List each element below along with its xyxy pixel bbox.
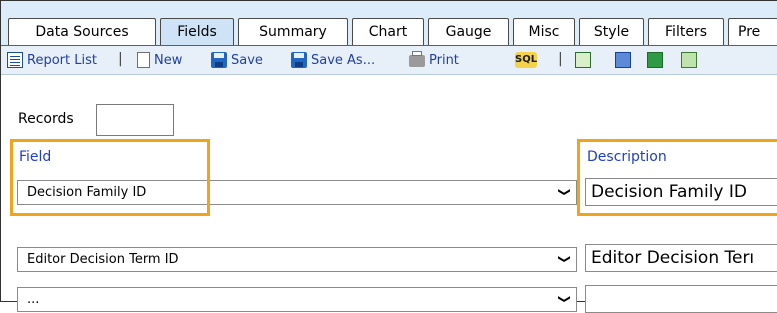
description-input[interactable]: Editor Decision Terı: [585, 244, 777, 272]
field-highlight: [10, 139, 210, 216]
toolbar-separator: |: [118, 51, 123, 67]
report-list-button[interactable]: Report List: [7, 50, 97, 70]
records-label: Records: [18, 111, 74, 127]
tab-style[interactable]: Style: [579, 18, 644, 45]
excel-button[interactable]: [647, 50, 663, 70]
tab-misc[interactable]: Misc: [513, 18, 575, 45]
new-label: New: [154, 52, 183, 68]
report-list-icon: [7, 52, 23, 68]
save-as-icon: [291, 52, 307, 68]
excel-export-icon: [681, 52, 697, 68]
chevron-down-icon: ❯: [557, 294, 572, 304]
field-select-value: Editor Decision Term ID: [27, 252, 179, 267]
description-highlight: [577, 139, 777, 216]
records-input[interactable]: [96, 104, 174, 136]
tab-gauge[interactable]: Gauge: [428, 18, 509, 45]
tab-chart[interactable]: Chart: [352, 18, 424, 45]
new-button[interactable]: New: [137, 50, 182, 70]
tab-bar: Data Sources Fields Summary Chart Gauge …: [1, 1, 777, 47]
edit-button[interactable]: [615, 50, 631, 70]
field-select[interactable]: ... ❯: [17, 287, 577, 312]
tab-data-sources[interactable]: Data Sources: [8, 18, 156, 45]
toolbar-separator: |: [558, 51, 563, 67]
save-label: Save: [231, 52, 263, 68]
chevron-down-icon: ❯: [557, 254, 572, 264]
export-button[interactable]: [575, 50, 591, 70]
chevron-down-icon: ❯: [557, 187, 572, 197]
save-as-label: Save As...: [311, 52, 376, 68]
tab-summary[interactable]: Summary: [238, 18, 348, 45]
tab-filters[interactable]: Filters: [648, 18, 724, 45]
export-icon: [575, 52, 591, 68]
toolbar: Report List | New Save Save As... Print …: [1, 46, 777, 75]
print-label: Print: [429, 52, 459, 68]
print-button[interactable]: Print: [409, 50, 459, 70]
save-button[interactable]: Save: [211, 50, 263, 70]
print-icon: [409, 51, 425, 67]
excel-icon: [647, 52, 663, 68]
new-page-icon: [137, 52, 150, 68]
save-as-button[interactable]: Save As...: [291, 50, 375, 70]
field-select[interactable]: Editor Decision Term ID ❯: [17, 247, 577, 272]
edit-icon: [615, 52, 631, 68]
sql-button[interactable]: SQL: [515, 50, 537, 70]
sql-icon: SQL: [515, 52, 537, 68]
description-input[interactable]: [585, 285, 777, 313]
tab-fields[interactable]: Fields: [160, 18, 234, 45]
tab-preview[interactable]: Pre: [728, 18, 777, 45]
report-list-label: Report List: [27, 52, 97, 68]
save-icon: [211, 52, 227, 68]
excel-export-button[interactable]: [681, 50, 697, 70]
field-select-value: ...: [27, 292, 40, 307]
